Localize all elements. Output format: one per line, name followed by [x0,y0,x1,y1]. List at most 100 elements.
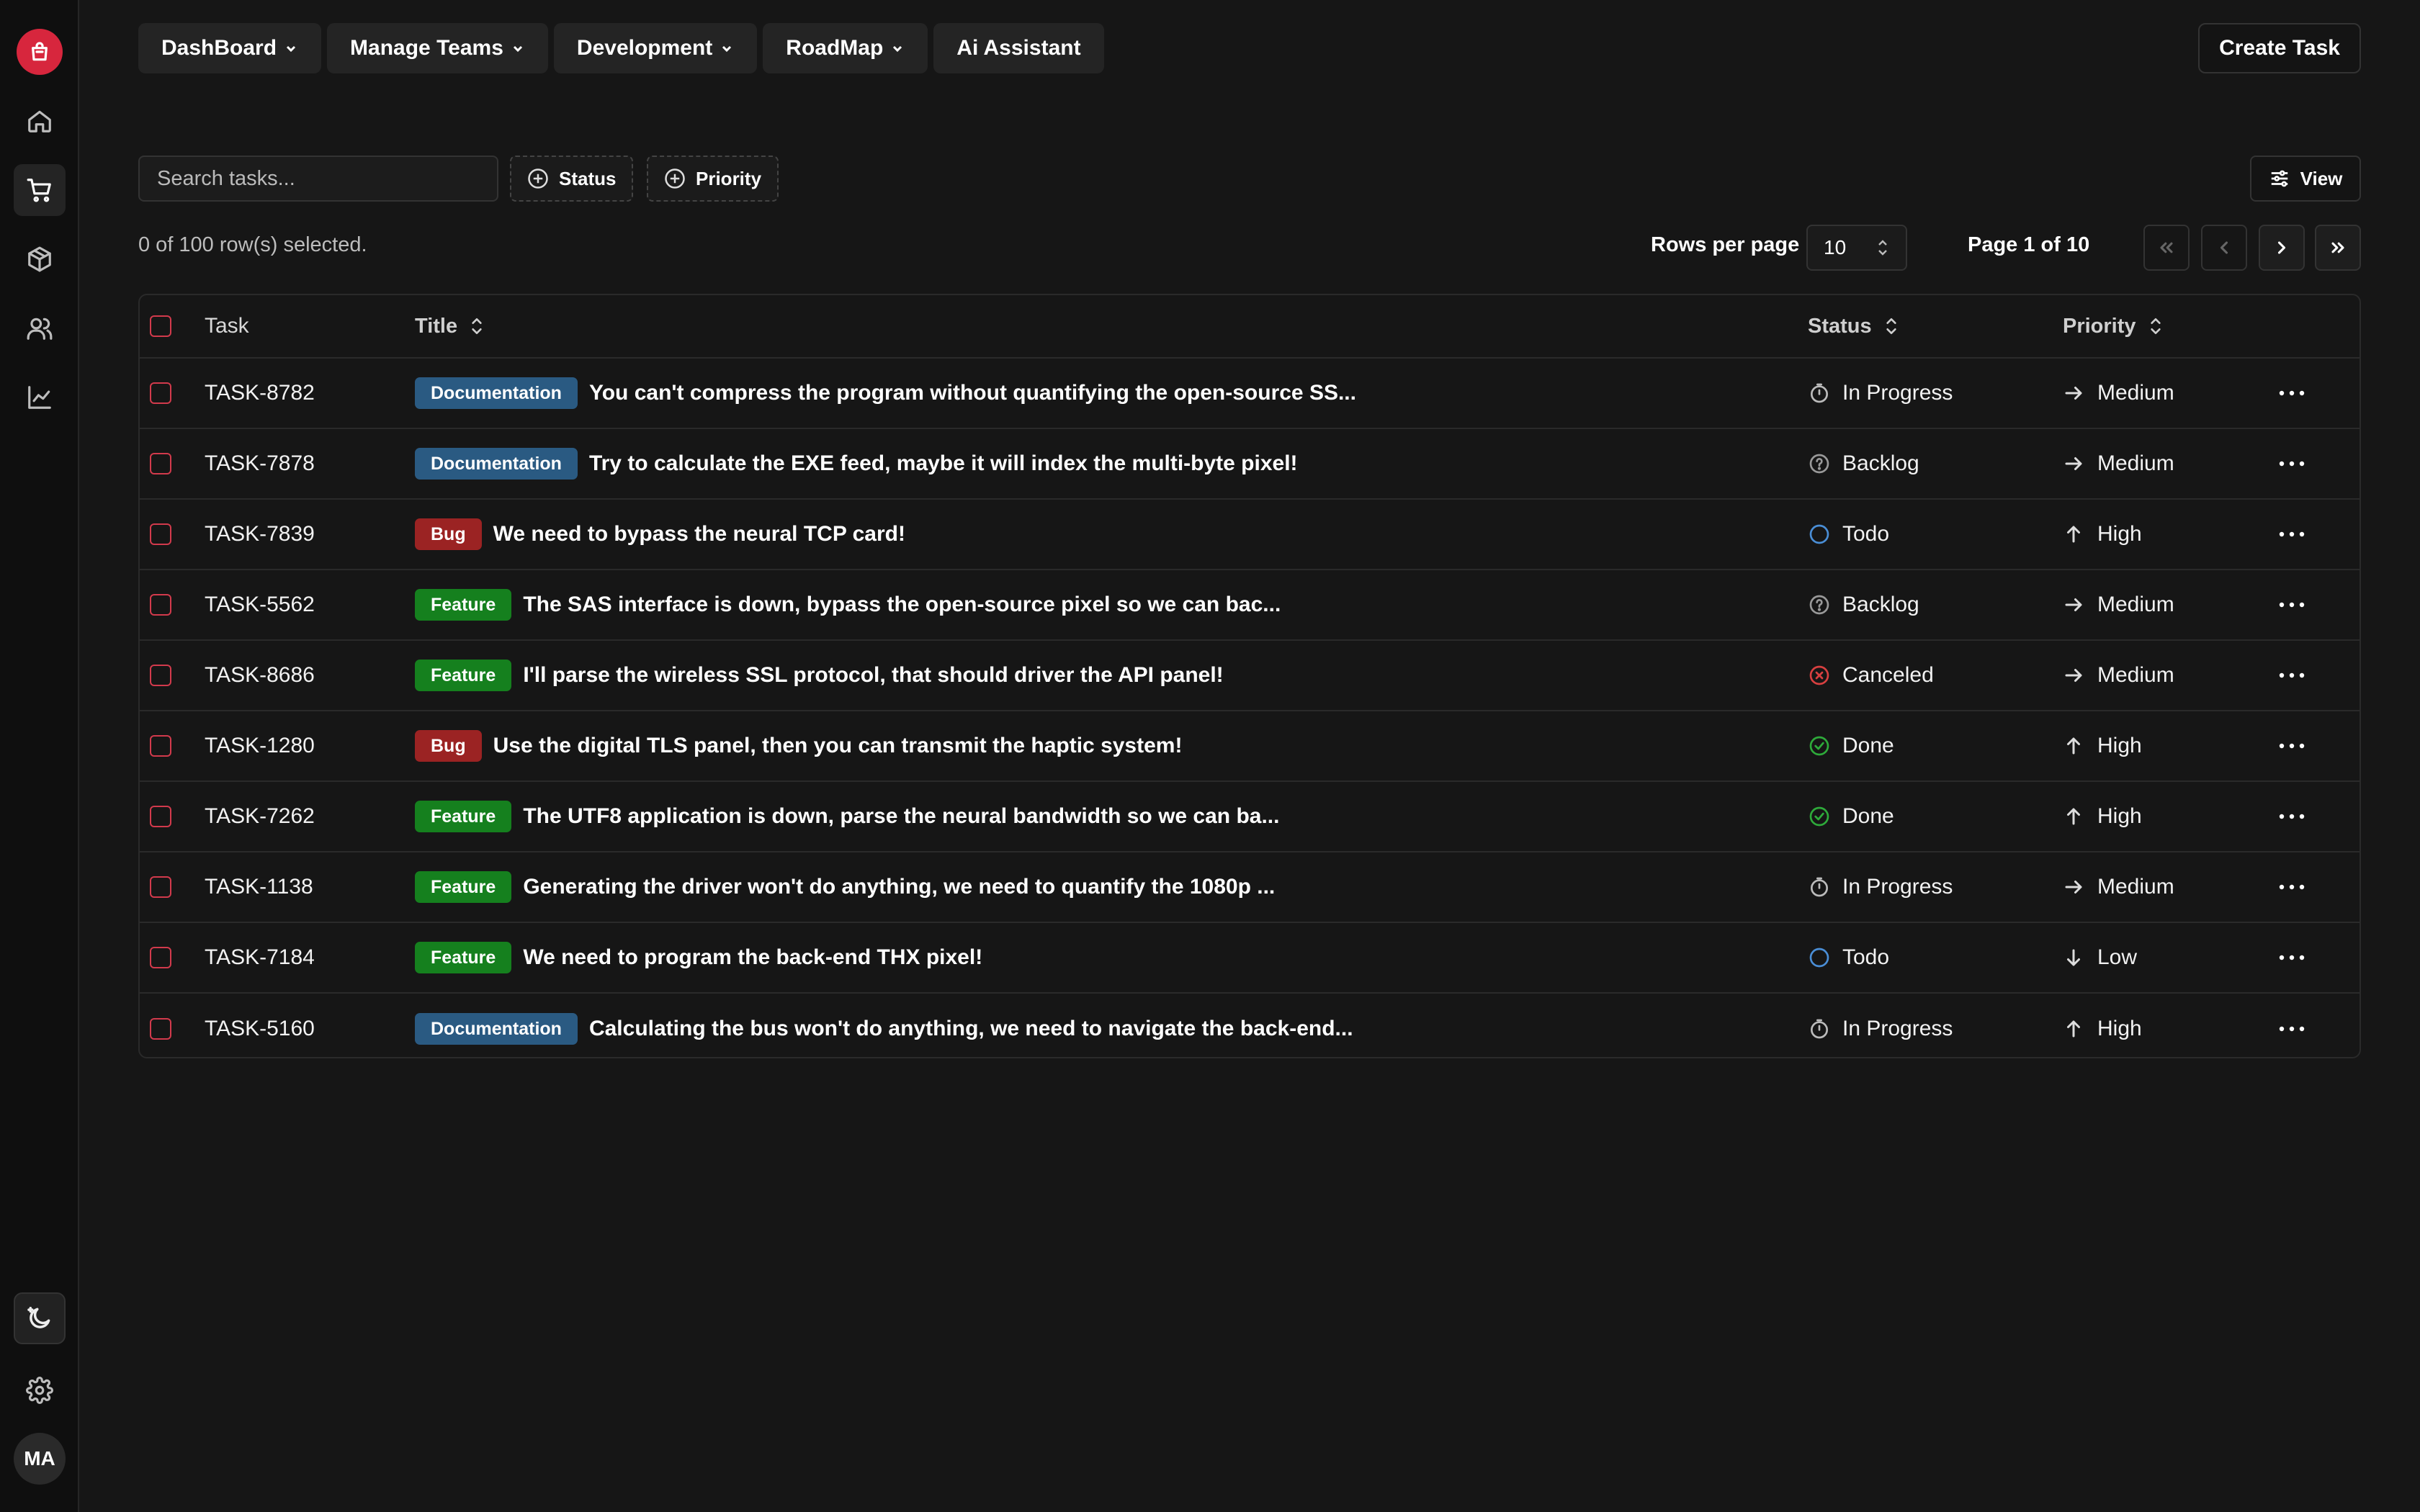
row-select-cell [150,711,171,780]
row-checkbox[interactable] [150,947,171,968]
title-cell: Bug We need to bypass the neural TCP card… [415,500,905,569]
nav-label: Ai Assistant [956,36,1081,60]
timer-icon [1808,1017,1842,1040]
arrow-down-icon [2067,949,2080,966]
last-page-button[interactable] [2315,225,2361,271]
nav-label: RoadMap [786,36,884,60]
table-row[interactable]: TASK-8782 Documentation You can't compress… [140,359,2360,429]
sort-icon [1886,318,1896,334]
row-checkbox[interactable] [150,1018,171,1040]
task-title: We need to bypass the neural TCP card! [493,522,905,546]
create-task-button[interactable]: Create Task [2198,23,2361,73]
title-cell: Feature Generating the driver won't do an… [415,852,1275,922]
task-id: TASK-1280 [205,734,315,757]
row-actions-button[interactable] [2277,359,2306,428]
row-checkbox[interactable] [150,523,171,545]
table-row[interactable]: TASK-7184 Feature We need to program the b… [140,923,2360,994]
nav-roadmap-button[interactable]: RoadMap [763,23,928,73]
task-column-header: Task [205,295,249,357]
nav-manage-teams-button[interactable]: Manage Teams [327,23,548,73]
table-row[interactable]: TASK-7262 Feature The UTF8 application is … [140,782,2360,852]
table-row[interactable]: TASK-7878 Documentation Try to calculate t… [140,429,2360,500]
row-checkbox[interactable] [150,382,171,404]
circle-icon [1808,523,1842,546]
next-page-button[interactable] [2259,225,2305,271]
status-cell: In Progress [1808,994,1953,1057]
first-page-button[interactable] [2143,225,2190,271]
package-icon[interactable] [14,233,66,285]
row-actions-button[interactable] [2277,641,2306,710]
status-cell: Todo [1808,923,1889,992]
arrow-right-icon [2065,598,2082,611]
chart-icon[interactable] [14,372,66,423]
priority-cell: Low [2063,923,2137,992]
rows-per-page-select[interactable]: 10 [1806,225,1907,271]
table-row[interactable]: TASK-7839 Bug We need to bypass the neural… [140,500,2360,570]
priority-cell: High [2063,782,2142,851]
chevron-up-down-icon [1878,240,1887,256]
row-actions-button[interactable] [2277,570,2306,639]
search-input[interactable] [138,156,498,202]
row-actions-button[interactable] [2277,923,2306,992]
arrow-up-icon [2067,1020,2080,1038]
select-all-checkbox[interactable] [150,315,171,337]
priority-column-header[interactable]: Priority [2063,295,2164,357]
status-text: In Progress [1842,1017,1953,1040]
task-id-cell: TASK-7184 [205,923,315,992]
view-options-button[interactable]: View [2250,156,2361,202]
row-actions-button[interactable] [2277,429,2306,498]
task-id-cell: TASK-7839 [205,500,315,569]
priority-filter-button[interactable]: Priority [647,156,779,202]
table-row[interactable]: TASK-1138 Feature Generating the driver wo… [140,852,2360,923]
arrow-right-icon [2065,387,2082,400]
table-row[interactable]: TASK-5562 Feature The SAS interface is dow… [140,570,2360,641]
status-cell: Done [1808,782,1894,851]
row-checkbox[interactable] [150,735,171,757]
shopping-bag-icon[interactable] [17,29,63,75]
row-actions-button[interactable] [2277,852,2306,922]
task-id-cell: TASK-5562 [205,570,315,639]
row-checkbox[interactable] [150,876,171,898]
theme-toggle-icon[interactable] [14,1292,66,1344]
title-cell: Feature The UTF8 application is down, par… [415,782,1279,851]
task-title: We need to program the back-end THX pixe… [523,945,983,969]
cart-icon[interactable] [14,164,66,216]
task-title: Use the digital TLS panel, then you can … [493,734,1183,757]
check-circle-icon [1808,805,1842,828]
previous-page-button[interactable] [2201,225,2247,271]
row-select-cell [150,359,171,428]
more-horizontal-icon [2279,672,2305,678]
table-row[interactable]: TASK-8686 Feature I'll parse the wireless … [140,641,2360,711]
task-id: TASK-5562 [205,593,315,616]
table-row[interactable]: TASK-5160 Documentation Calculating the bu… [140,994,2360,1057]
label-badge: Feature [415,871,512,903]
row-actions-button[interactable] [2277,994,2306,1057]
row-checkbox[interactable] [150,665,171,686]
nav-development-button[interactable]: Development [553,23,758,73]
table-row[interactable]: TASK-1280 Bug Use the digital TLS panel, t… [140,711,2360,782]
nav-ai-assistant-button[interactable]: Ai Assistant [933,23,1104,73]
row-checkbox[interactable] [150,594,171,616]
title-column-header[interactable]: Title [415,295,485,357]
row-actions-button[interactable] [2277,500,2306,569]
task-id-cell: TASK-5160 [205,994,315,1057]
chevron-down-icon [893,45,902,53]
arrow-right-icon [2065,457,2082,470]
row-actions-button[interactable] [2277,782,2306,851]
more-horizontal-icon [2279,531,2305,537]
task-title: The SAS interface is down, bypass the op… [523,593,1281,616]
users-icon[interactable] [14,302,66,354]
help-circle-icon [1808,452,1842,475]
status-column-header[interactable]: Status [1808,295,1899,357]
row-select-cell [150,994,171,1057]
home-icon[interactable] [14,95,66,147]
nav-dashboard-button[interactable]: DashBoard [138,23,322,73]
row-checkbox[interactable] [150,806,171,827]
row-select-cell [150,641,171,710]
avatar[interactable]: MA [14,1433,66,1485]
status-filter-button[interactable]: Status [510,156,634,202]
gear-icon[interactable] [14,1364,66,1416]
task-id: TASK-7878 [205,451,315,475]
row-checkbox[interactable] [150,453,171,474]
row-actions-button[interactable] [2277,711,2306,780]
